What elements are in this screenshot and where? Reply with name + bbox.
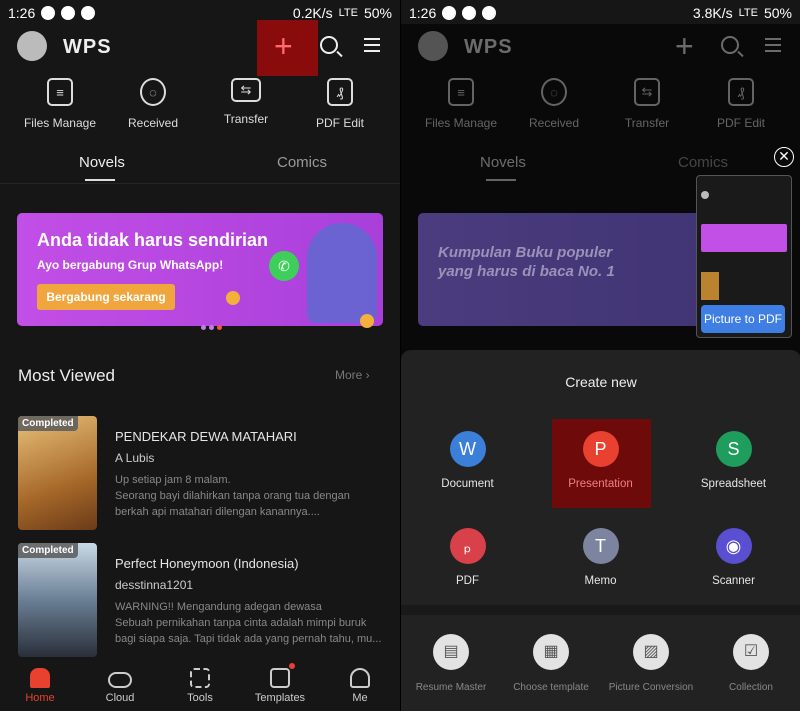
status-time: 1:26 xyxy=(8,5,36,21)
book-cover[interactable]: Completed xyxy=(18,416,97,530)
menu-icon[interactable] xyxy=(364,38,380,52)
close-icon[interactable]: ✕ xyxy=(774,147,794,167)
status-bar: 1:26 0.2K/s LTE 50% xyxy=(8,4,392,22)
spreadsheet-icon: S xyxy=(715,431,752,467)
tab-indicator xyxy=(85,179,115,181)
quick-action-files-manage[interactable]: ≡ Files Manage xyxy=(13,78,107,130)
plus-icon[interactable]: + xyxy=(274,28,293,65)
status-badge: Completed xyxy=(18,543,78,558)
section-title: Most Viewed xyxy=(18,366,116,385)
banner-subtitle: Ayo bergabung Grup WhatsApp! xyxy=(37,258,224,272)
create-new-screen: 1:26 3.8K/sLTE50% WPS + ≡Files Manage ◌R… xyxy=(400,0,800,711)
document-icon: W xyxy=(449,431,486,467)
avatar[interactable] xyxy=(17,31,47,61)
user-icon xyxy=(350,668,370,688)
quick-action-label: PDF Edit xyxy=(315,116,364,130)
status-badge: Completed xyxy=(18,416,78,431)
divider xyxy=(0,183,400,184)
wps-logo: WPS xyxy=(63,36,112,58)
tab-comics[interactable]: Comics xyxy=(277,154,327,171)
nav-me[interactable]: Me xyxy=(320,660,400,704)
illustration xyxy=(307,223,377,323)
search-icon[interactable] xyxy=(320,36,338,54)
nav-home[interactable]: Home xyxy=(0,660,80,704)
book-description: WARNING!! Mengandung adegan dewasa Sebuah… xyxy=(115,601,382,645)
quick-action-pdf-edit[interactable]: ₰ PDF Edit xyxy=(293,78,387,130)
create-memo[interactable]: T Memo xyxy=(534,528,667,587)
quick-action-label: Received xyxy=(127,116,179,130)
picture-icon: ▨ xyxy=(633,634,669,670)
battery-level: 50% xyxy=(763,5,792,21)
cloud-icon xyxy=(108,672,132,688)
tool-picture-conversion[interactable]: ▨ Picture Conversion xyxy=(601,634,701,693)
book-cover[interactable]: Completed xyxy=(18,543,97,657)
network-speed: 0.2K/s xyxy=(292,5,333,21)
templates-icon xyxy=(270,663,295,688)
status-time: 1:26 xyxy=(409,5,437,21)
whatsapp-icon: ✆ xyxy=(269,251,299,281)
banner-title: Anda tidak harus sendirian xyxy=(37,230,269,250)
quick-action-label: Transfer xyxy=(223,112,269,126)
banner-title: Kumpulan Buku populer yang harus di baca… xyxy=(438,244,615,280)
book-title[interactable]: Perfect Honeymoon (Indonesia) xyxy=(115,556,299,571)
create-scanner[interactable]: ◉ Scanner xyxy=(667,528,800,587)
camera-icon: ◉ xyxy=(715,528,752,564)
book-description: Up setiap jam 8 malam. Seorang bayi dilah… xyxy=(115,474,350,518)
template-icon: ▦ xyxy=(533,634,569,670)
carousel-dots xyxy=(201,325,222,330)
tab-novels[interactable]: Novels xyxy=(79,154,125,171)
tool-choose-template[interactable]: ▦ Choose template xyxy=(501,634,601,693)
status-bar: 1:26 3.8K/s LTE 50% xyxy=(409,4,792,22)
presentation-icon: P xyxy=(582,431,619,467)
folder-transfer-icon: ⇆ xyxy=(231,78,261,102)
book-author: desstinna1201 xyxy=(115,578,194,592)
grid-icon xyxy=(190,668,210,688)
network-type: LTE xyxy=(738,7,758,19)
home-icon xyxy=(30,668,50,688)
sheet-title: Create new xyxy=(565,374,637,390)
divider xyxy=(401,605,800,615)
quick-action-transfer[interactable]: ⇆ Transfer xyxy=(199,78,293,126)
nav-templates[interactable]: Templates xyxy=(240,660,320,704)
create-presentation[interactable]: P Presentation xyxy=(534,431,667,490)
join-now-button[interactable]: Bergabung sekarang xyxy=(37,284,175,310)
memo-icon: T xyxy=(582,528,619,564)
create-spreadsheet[interactable]: S Spreadsheet xyxy=(667,431,800,490)
more-link[interactable]: More › xyxy=(335,368,370,382)
promo-banner[interactable]: Anda tidak harus sendirian Ayo bergabung… xyxy=(17,213,383,330)
nav-cloud[interactable]: Cloud xyxy=(80,660,160,704)
book-title[interactable]: PENDEKAR DEWA MATAHARI xyxy=(115,429,297,444)
satellite-dish-icon: ◌ xyxy=(140,78,166,106)
create-document[interactable]: W Document xyxy=(401,431,534,490)
file-list-icon: ≡ xyxy=(47,78,73,106)
tool-resume-master[interactable]: ▤ Resume Master xyxy=(401,634,501,693)
nav-tools[interactable]: Tools xyxy=(160,660,240,704)
home-screen: 1:26 0.2K/s LTE 50% WPS + ≡ Files Manage ◌ R… xyxy=(0,0,400,711)
quick-action-received[interactable]: ◌ Received xyxy=(106,78,200,130)
picture-to-pdf-button[interactable]: Picture to PDF xyxy=(701,305,785,333)
network-type: LTE xyxy=(338,7,358,19)
tool-collection[interactable]: ☑ Collection xyxy=(701,634,800,693)
create-new-sheet: Create new W Document P Presentation S Spre… xyxy=(401,350,800,711)
checklist-icon: ☑ xyxy=(733,634,769,670)
battery-level: 50% xyxy=(363,5,392,21)
resume-icon: ▤ xyxy=(433,634,469,670)
network-speed: 3.8K/s xyxy=(692,5,733,21)
book-author: A Lubis xyxy=(115,451,155,465)
quick-action-label: Files Manage xyxy=(23,116,97,130)
pdf-edit-icon: ₰ xyxy=(327,78,353,106)
create-pdf[interactable]: ₚ PDF xyxy=(401,528,534,587)
pdf-icon: ₚ xyxy=(449,528,486,564)
